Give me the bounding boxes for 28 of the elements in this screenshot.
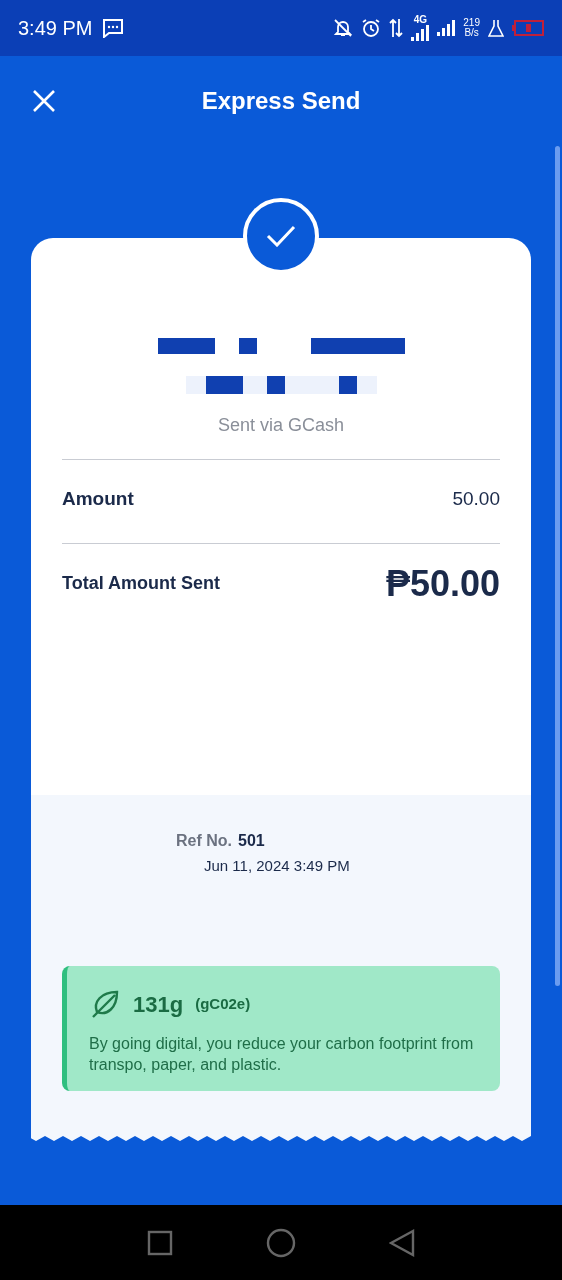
screen-title: Express Send (201, 86, 361, 116)
clock-time: 3:49 PM (18, 16, 93, 41)
row-value: 50.00 (452, 487, 500, 512)
network-type: 4G (413, 15, 427, 25)
carbon-amount: 131g (133, 990, 184, 1019)
row-value: ₱50.00 (385, 561, 500, 606)
row-label: Total Amount Sent (62, 572, 220, 595)
signal-icon (437, 20, 456, 36)
message-icon (102, 18, 125, 38)
transaction-date: Jun 11, 2024 3:49 PM (204, 856, 351, 876)
ref-number: 501 (238, 831, 265, 851)
bell-muted-icon (333, 18, 354, 38)
speed-value: 219 (463, 18, 480, 28)
row-label: Amount (62, 487, 134, 512)
signal-icon (411, 25, 430, 41)
flask-icon (488, 19, 504, 37)
sent-via-text: Sent via GCash (216, 414, 346, 437)
recents-button[interactable] (146, 1229, 173, 1256)
alarm-icon (361, 18, 382, 38)
speed-unit: B/s (464, 28, 479, 38)
battery-icon (512, 20, 544, 36)
carbon-unit: (gC02e) (195, 993, 251, 1014)
carbon-message: By going digital, you reduce your carbon footprint from transpo, paper, and plastic. (89, 1033, 475, 1075)
home-button[interactable] (266, 1227, 296, 1258)
check-icon (266, 225, 296, 247)
data-arrows-icon (389, 18, 404, 38)
back-button[interactable] (389, 1228, 416, 1257)
ref-label: Ref No. (176, 831, 232, 851)
